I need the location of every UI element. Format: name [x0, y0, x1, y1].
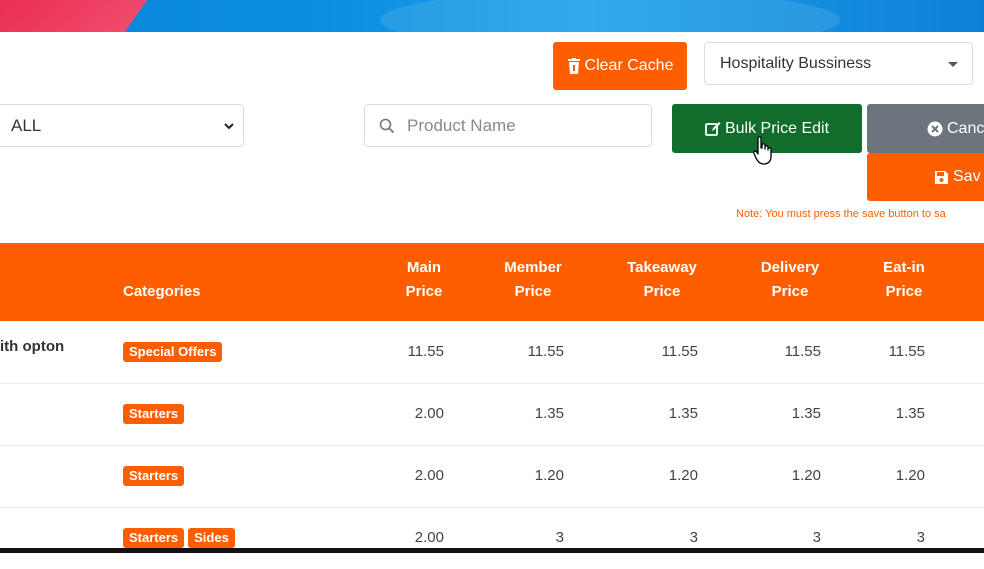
header-eat-in-price-line2: Price: [885, 283, 923, 300]
delivery-price-cell[interactable]: 11.55: [785, 343, 821, 360]
header-delivery-price-line1: Delivery: [760, 259, 820, 276]
save-icon: [935, 170, 948, 184]
category-badges: Starters: [123, 404, 188, 424]
save-label: Sav: [953, 168, 981, 185]
category-badge: Starters: [123, 466, 185, 486]
member-price-cell[interactable]: 1.20: [535, 467, 564, 484]
eat-in-price-cell[interactable]: 11.55: [889, 343, 925, 360]
category-badges: Special Offers: [123, 342, 226, 362]
takeaway-price-cell[interactable]: 11.55: [662, 343, 698, 360]
product-search[interactable]: [364, 104, 652, 147]
category-badges: Starters Sides: [123, 528, 239, 548]
category-badge: Special Offers: [123, 342, 223, 362]
search-icon: [379, 118, 395, 133]
header-delivery-price-line2: Price: [771, 283, 809, 300]
main-price-cell[interactable]: 2.00: [415, 467, 444, 484]
member-price-cell[interactable]: 11.55: [528, 343, 564, 360]
takeaway-price-cell[interactable]: 3: [690, 529, 698, 546]
header-main-price: Main Price: [394, 256, 454, 304]
header-decoration: [0, 0, 176, 32]
header-member-price-line2: Price: [514, 283, 552, 300]
product-name: ith opton: [0, 338, 65, 355]
table-row[interactable]: Starters 2.00 1.35 1.35 1.35 1.35: [0, 383, 984, 446]
delivery-price-cell[interactable]: 1.20: [792, 467, 821, 484]
category-badge: Starters: [123, 528, 185, 548]
caret-down-icon: [948, 61, 958, 67]
close-circle-icon: [927, 121, 943, 136]
member-price-cell[interactable]: 1.35: [535, 405, 564, 422]
main-price-cell[interactable]: 2.00: [415, 405, 444, 422]
header-takeaway-price: Takeaway Price: [620, 256, 704, 304]
category-badges: Starters: [123, 466, 188, 486]
header-eat-in-price: Eat-in Price: [874, 256, 934, 304]
table-row[interactable]: Starters Sides 2.00 3 3 3 3: [0, 507, 984, 569]
hand-cursor-icon: [753, 136, 772, 165]
eat-in-price-cell[interactable]: 3: [917, 529, 925, 546]
main-price-cell[interactable]: 2.00: [415, 529, 444, 546]
cancel-label: Canc: [947, 119, 984, 137]
category-select[interactable]: ALL: [0, 104, 244, 147]
cancel-button[interactable]: Canc: [867, 104, 984, 153]
save-button[interactable]: Sav: [867, 153, 984, 201]
header-delivery-price: Delivery Price: [752, 256, 828, 304]
header-member-price-line1: Member: [504, 259, 562, 276]
business-select-value: Hospitality Bussiness: [720, 54, 872, 72]
member-price-cell[interactable]: 3: [556, 529, 564, 546]
category-badge: Starters: [123, 404, 185, 424]
header-takeaway-price-line1: Takeaway: [627, 259, 697, 276]
eat-in-price-cell[interactable]: 1.20: [896, 467, 925, 484]
header-main-price-line1: Main: [406, 259, 442, 276]
takeaway-price-cell[interactable]: 1.20: [669, 467, 698, 484]
category-select-value: ALL: [11, 115, 42, 135]
bulk-price-edit-label: Bulk Price Edit: [724, 119, 830, 137]
header-decoration-light: [380, 0, 840, 32]
table-header: Categories Main Price Member Price Takea…: [0, 243, 984, 321]
product-name-input[interactable]: [405, 114, 629, 137]
business-select[interactable]: Hospitality Bussiness: [704, 42, 973, 85]
clear-cache-button[interactable]: Clear Cache: [553, 42, 687, 90]
save-note: Note: You must press the save button to …: [736, 208, 946, 220]
takeaway-price-cell[interactable]: 1.35: [669, 405, 698, 422]
header-main-price-line2: Price: [405, 283, 443, 300]
chevron-down-icon: [224, 122, 234, 129]
edit-icon: [705, 121, 721, 136]
header-eat-in-price-line1: Eat-in: [883, 259, 925, 276]
trash-icon: [567, 58, 580, 74]
eat-in-price-cell[interactable]: 1.35: [896, 405, 925, 422]
category-badge: Sides: [188, 528, 235, 548]
top-header-bar: [0, 0, 984, 32]
bottom-edge: [0, 548, 984, 553]
table-row[interactable]: Starters 2.00 1.20 1.20 1.20 1.20: [0, 445, 984, 508]
table-row[interactable]: ith opton Special Offers 11.55 11.55 11.…: [0, 321, 984, 384]
header-member-price: Member Price: [498, 256, 568, 304]
delivery-price-cell[interactable]: 1.35: [792, 405, 821, 422]
header-takeaway-price-line2: Price: [643, 283, 681, 300]
clear-cache-label: Clear Cache: [584, 57, 674, 74]
delivery-price-cell[interactable]: 3: [813, 529, 821, 546]
main-price-cell[interactable]: 11.55: [408, 343, 444, 360]
header-categories: Categories: [123, 283, 201, 300]
